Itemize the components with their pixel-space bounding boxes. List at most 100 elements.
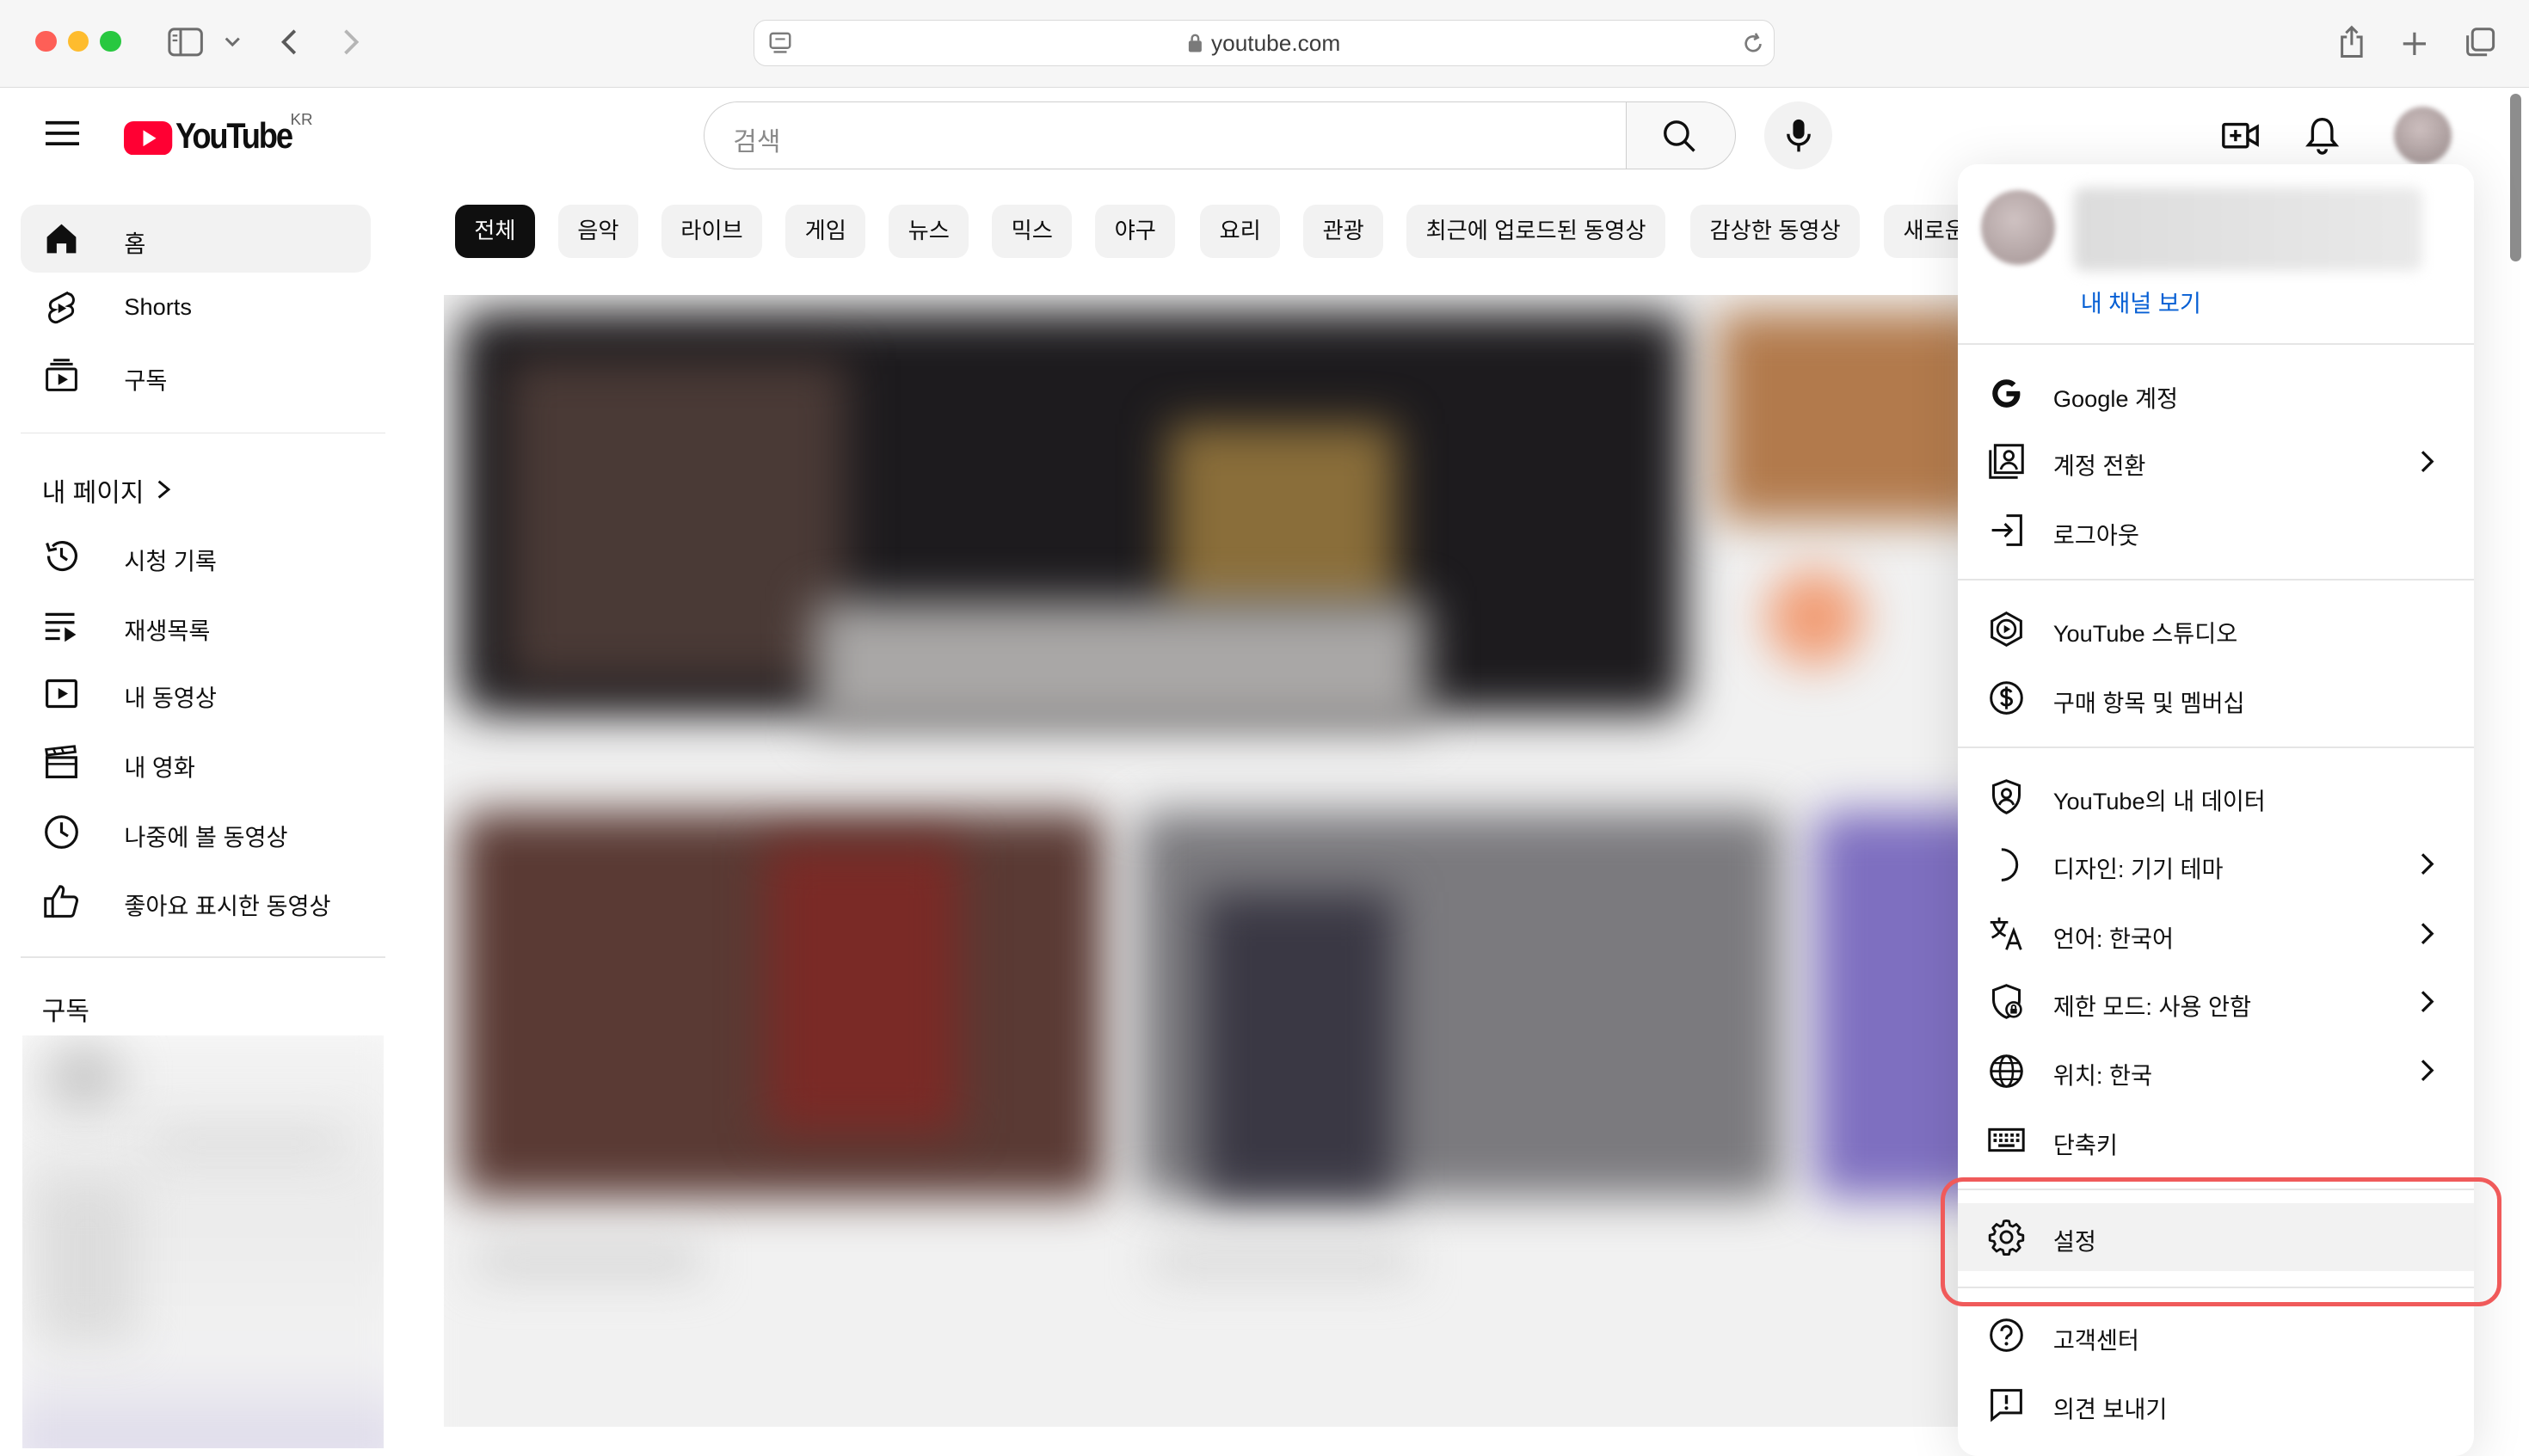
chip-games[interactable]: 게임	[785, 205, 866, 258]
menu-item-your-data[interactable]: YouTube의 내 데이터	[1958, 763, 2474, 831]
chevron-right-icon	[2409, 1053, 2445, 1088]
video-grid-blurred	[443, 295, 1960, 1428]
reload-icon[interactable]	[1741, 32, 1765, 56]
thumbs-up-icon	[42, 882, 81, 921]
menu-divider	[1958, 579, 2475, 581]
sidebar-item-subscriptions[interactable]: 구독	[21, 342, 371, 410]
switch-account-icon	[1987, 442, 2026, 481]
sidebar-item-label: 나중에 볼 동영상	[124, 823, 288, 851]
search-button[interactable]	[1626, 101, 1736, 169]
menu-item-label: 의견 보내기	[2052, 1396, 2168, 1423]
menu-item-label: 디자인: 기기 테마	[2052, 856, 2224, 883]
menu-item-restricted-mode[interactable]: 제한 모드: 사용 안함	[1958, 968, 2474, 1035]
studio-icon	[1987, 610, 2026, 648]
hamburger-menu-icon[interactable]	[45, 120, 79, 147]
sidebar-item-playlists[interactable]: 재생목록	[21, 592, 371, 660]
new-tab-icon[interactable]	[2400, 29, 2429, 58]
chip-recently-uploaded[interactable]: 최근에 업로드된 동영상	[1406, 205, 1666, 258]
sidebar-toggle-icon[interactable]	[168, 28, 203, 57]
menu-item-help[interactable]: 고객센터	[1958, 1301, 2474, 1369]
menu-item-label: 언어: 한국어	[2052, 925, 2174, 952]
menu-item-sign-out[interactable]: 로그아웃	[1958, 497, 2474, 565]
sidebar-item-home[interactable]: 홈	[21, 205, 372, 273]
chip-tourism[interactable]: 관광	[1303, 205, 1384, 258]
menu-item-label: 구매 항목 및 멤버십	[2052, 690, 2245, 716]
my-page-title: 내 페이지	[41, 478, 145, 507]
chevron-down-icon[interactable]	[223, 34, 243, 50]
chevron-right-icon	[2409, 916, 2445, 951]
menu-item-location[interactable]: 위치: 한국	[1958, 1037, 2474, 1105]
voice-search-button[interactable]	[1764, 101, 1832, 169]
sidebar-item-liked-videos[interactable]: 좋아요 표시한 동영상	[21, 868, 371, 936]
menu-item-google-account[interactable]: Google 계정	[1958, 359, 2474, 427]
movie-icon	[42, 743, 81, 782]
menu-item-label: YouTube 스튜디오	[2052, 620, 2238, 648]
menu-divider	[1958, 746, 2475, 748]
sidebar-item-my-videos[interactable]: 내 동영상	[21, 660, 371, 728]
sidebar-item-label: Shorts	[124, 293, 192, 321]
menu-item-label: 위치: 한국	[2052, 1062, 2152, 1090]
view-channel-link[interactable]: 내 채널 보기	[2081, 284, 2201, 318]
sidebar-item-label: 좋아요 표시한 동영상	[124, 893, 331, 920]
sidebar-divider	[21, 432, 386, 434]
subscriptions-section-title: 구독	[41, 998, 89, 1027]
menu-item-label: 계정 전환	[2052, 452, 2146, 480]
sidebar-item-shorts[interactable]: Shorts	[21, 274, 371, 342]
video-icon	[42, 674, 81, 713]
avatar-button[interactable]	[2393, 106, 2452, 165]
menu-item-appearance[interactable]: 디자인: 기기 테마	[1958, 831, 2474, 899]
chip-baseball[interactable]: 야구	[1095, 205, 1176, 258]
subscriptions-icon	[42, 356, 81, 395]
search-icon	[1662, 119, 1697, 154]
account-avatar	[1980, 190, 2055, 265]
minimize-window-button[interactable]	[67, 30, 89, 52]
my-page-link[interactable]: 내 페이지	[42, 471, 174, 509]
help-icon	[1987, 1316, 2026, 1355]
menu-item-label: 고객센터	[2052, 1326, 2139, 1354]
notifications-bell-icon[interactable]	[2304, 114, 2340, 157]
sidebar-item-watch-later[interactable]: 나중에 볼 동영상	[21, 798, 371, 866]
menu-divider	[1958, 343, 2475, 346]
page-scrollbar-thumb[interactable]	[2509, 93, 2521, 261]
sidebar-item-label: 내 동영상	[124, 685, 217, 712]
search-input[interactable]: 검색	[703, 101, 1628, 169]
home-icon	[42, 219, 81, 258]
globe-icon	[1987, 1052, 2026, 1090]
account-name-blurred	[2074, 187, 2423, 271]
search-placeholder: 검색	[733, 127, 781, 157]
menu-item-switch-account[interactable]: 계정 전환	[1958, 427, 2474, 495]
back-button[interactable]	[279, 28, 301, 57]
address-bar[interactable]: youtube.com	[753, 19, 1775, 66]
chip-watched[interactable]: 감상한 동영상	[1690, 205, 1861, 258]
share-icon[interactable]	[2337, 24, 2366, 59]
shorts-icon	[42, 289, 81, 328]
chip-music[interactable]: 음악	[557, 205, 639, 258]
sidebar-item-label: 시청 기록	[124, 548, 217, 574]
restricted-icon	[1987, 982, 2026, 1021]
menu-item-keyboard-shortcuts[interactable]: 단축키	[1958, 1106, 2474, 1174]
chevron-right-icon	[2409, 984, 2445, 1019]
sidebar-item-label: 내 영화	[124, 754, 195, 781]
chip-all[interactable]: 전체	[454, 205, 536, 258]
create-video-icon[interactable]	[2221, 118, 2260, 153]
moon-icon	[1987, 845, 2026, 884]
sidebar-item-my-movies[interactable]: 내 영화	[21, 729, 371, 797]
chip-live[interactable]: 라이브	[661, 205, 763, 258]
menu-item-youtube-studio[interactable]: YouTube 스튜디오	[1958, 595, 2474, 663]
menu-item-language[interactable]: 언어: 한국어	[1958, 900, 2474, 968]
chip-mix[interactable]: 믹스	[992, 205, 1073, 258]
playlist-icon	[42, 606, 81, 645]
google-icon	[1987, 374, 2026, 413]
forward-button[interactable]	[339, 28, 361, 57]
sidebar-item-history[interactable]: 시청 기록	[21, 523, 371, 591]
clock-icon	[42, 813, 81, 851]
maximize-window-button[interactable]	[100, 30, 121, 52]
tab-overview-icon[interactable]	[2463, 26, 2496, 59]
chip-news[interactable]: 뉴스	[889, 205, 969, 258]
chip-cooking[interactable]: 요리	[1200, 205, 1281, 258]
chevron-right-icon	[2409, 846, 2445, 882]
close-window-button[interactable]	[35, 30, 57, 52]
menu-item-send-feedback[interactable]: 의견 보내기	[1958, 1371, 2474, 1439]
menu-item-purchases[interactable]: 구매 항목 및 멤버십	[1958, 665, 2474, 733]
region-code: KR	[290, 109, 313, 128]
